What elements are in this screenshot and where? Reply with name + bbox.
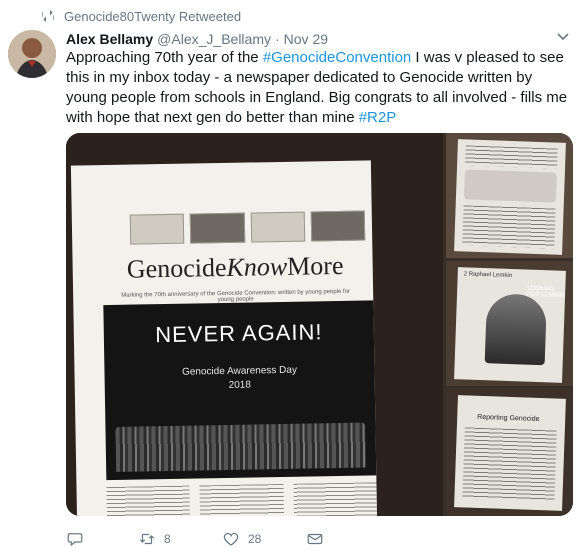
lemkin-label: LOOKING FOR LEMKIN [526, 285, 564, 299]
newspaper-map-page [454, 139, 566, 255]
retweet-context[interactable]: Genocide80Twenty Retweeted [40, 6, 241, 26]
author-handle[interactable]: @Alex_J_Bellamy [157, 31, 271, 47]
like-button[interactable]: 28 [222, 530, 306, 548]
media-photo-main[interactable]: GenocideKnowMore Marking the 70th annive… [66, 133, 443, 516]
media-grid: GenocideKnowMore Marking the 70th annive… [66, 133, 573, 516]
author-name[interactable]: Alex Bellamy [66, 31, 153, 47]
media-photo-2[interactable] [446, 133, 573, 258]
retweet-button[interactable]: 8 [138, 530, 222, 548]
poster-subtitle: Genocide Awareness Day 2018 [104, 362, 374, 395]
newspaper-thumbnail [129, 213, 185, 245]
direct-message-button[interactable] [306, 530, 324, 548]
newspaper-columns [106, 482, 378, 516]
text-lines [462, 427, 557, 501]
reporting-title: Reporting Genocide [477, 413, 540, 424]
hashtag-r2p[interactable]: #R2P [359, 109, 397, 126]
retweet-context-label: Genocide80Twenty Retweeted [64, 8, 242, 24]
tweet-text: Approaching 70th year of the #GenocideCo… [66, 48, 576, 128]
envelope-icon [307, 533, 323, 545]
heart-icon [223, 532, 239, 546]
tweet-text-part-1: Approaching 70th year of the [66, 49, 263, 66]
masthead-part-1: Genocide [126, 252, 227, 284]
newspaper-column [106, 485, 191, 516]
header-separator: · [274, 31, 280, 47]
newspaper-column [199, 483, 284, 516]
hashtag-genocide-convention[interactable]: #GenocideConvention [263, 49, 411, 66]
newspaper-photo: NEVER AGAIN! Genocide Awareness Day 2018 [103, 300, 377, 481]
media-photo-4[interactable]: Reporting Genocide [446, 389, 573, 516]
reply-button[interactable] [66, 530, 138, 548]
retweet-icon [42, 10, 54, 22]
newspaper-thumbnails [129, 210, 366, 245]
newspaper-page: GenocideKnowMore Marking the 70th annive… [70, 160, 378, 516]
tweet-header: Alex Bellamy @Alex_J_Bellamy · Nov 29 [66, 30, 328, 48]
retweet-icon [139, 533, 155, 545]
newspaper-column [293, 482, 378, 516]
text-lines [462, 205, 556, 249]
tweet-date[interactable]: Nov 29 [284, 31, 328, 47]
newspaper-thumbnail [250, 211, 305, 243]
newspaper-lemkin-page: 2 Raphael Lemkin LOOKING FOR LEMKIN [454, 267, 566, 383]
reply-icon [67, 533, 83, 547]
retweet-count: 8 [164, 532, 171, 546]
chevron-down-icon[interactable] [556, 30, 570, 44]
newspaper-thumbnail [310, 210, 366, 242]
like-count: 28 [248, 532, 262, 546]
newspaper-masthead: GenocideKnowMore [112, 251, 357, 285]
masthead-part-2: Know [226, 251, 288, 282]
world-map [463, 169, 557, 203]
newspaper-thumbnail [189, 212, 245, 244]
crowd-photo [115, 422, 367, 472]
tweet-actions: 8 28 [66, 529, 466, 549]
lemkin-portrait [484, 293, 548, 366]
author-avatar[interactable] [8, 30, 56, 78]
poster-title: NEVER AGAIN! [154, 319, 323, 348]
text-lines [465, 145, 558, 169]
media-photo-3[interactable]: 2 Raphael Lemkin LOOKING FOR LEMKIN [446, 261, 573, 386]
avatar-image [8, 30, 56, 78]
masthead-part-3: More [286, 250, 344, 281]
newspaper-reporting-page: Reporting Genocide [454, 395, 566, 511]
lemkin-header: 2 Raphael Lemkin [463, 271, 513, 280]
